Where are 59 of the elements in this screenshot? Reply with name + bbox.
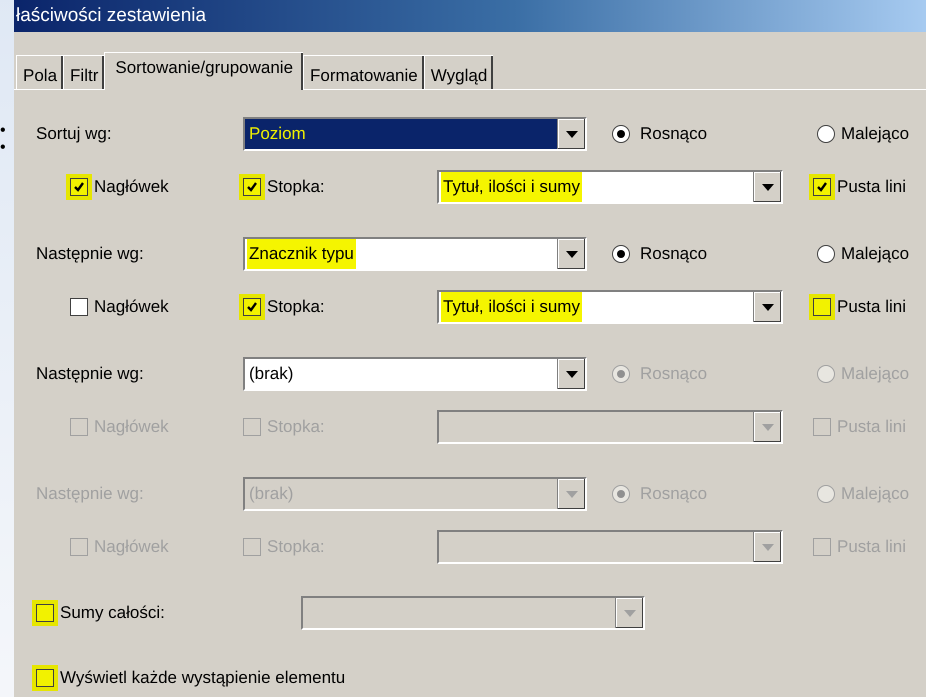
tab[interactable]: Wygląd — [424, 55, 494, 89]
dropdown-value: Tytuł, ilości i sumy — [441, 172, 582, 202]
dropdown-field[interactable]: Znacznik typu — [243, 237, 587, 271]
radio-label: Rosnąco — [640, 123, 708, 146]
checkbox-label: Stopka: — [267, 176, 325, 198]
dropdown-field[interactable]: Poziom — [243, 117, 587, 151]
bullet: • — [0, 139, 7, 156]
check-icon — [73, 181, 85, 193]
checkbox-label: Pusta lini — [837, 176, 906, 198]
dropdown-value: Tytuł, ilości i sumy — [441, 292, 582, 322]
bullet: • — [0, 122, 7, 139]
caret-icon — [762, 424, 774, 430]
checkbox[interactable] — [70, 418, 88, 436]
check-icon — [246, 181, 258, 193]
caret-icon — [762, 304, 774, 310]
dropdown-value: (brak) — [248, 363, 294, 386]
dropdown-field[interactable]: (brak) — [243, 357, 587, 391]
caret-icon — [566, 370, 578, 378]
checkbox-label: Sumy całości: — [60, 602, 165, 624]
tab[interactable]: Formatowanie — [303, 55, 424, 89]
window-title: łaściwości zestawienia — [16, 4, 206, 28]
radio-label: Rosnąco — [640, 243, 708, 266]
radio-button[interactable] — [612, 245, 630, 263]
checkbox-label: Nagłówek — [94, 176, 169, 198]
tab[interactable]: Sortowanie/grupowanie — [104, 52, 304, 90]
dropdown-button[interactable] — [753, 172, 781, 202]
dropdown-button[interactable] — [557, 239, 585, 269]
dropdown-field[interactable]: Tytuł, ilości i sumy — [437, 290, 783, 324]
field-label: Następnie wg: — [36, 243, 145, 266]
checkbox[interactable] — [243, 418, 261, 436]
caret-icon — [566, 250, 578, 258]
checkbox-label: Nagłówek — [94, 296, 169, 318]
dropdown-button[interactable] — [557, 359, 585, 389]
tab[interactable]: Filtr — [63, 55, 104, 89]
field-label: Następnie wg: — [36, 363, 145, 386]
dropdown-button[interactable] — [557, 119, 585, 149]
radio-button[interactable] — [817, 365, 835, 383]
checkbox[interactable] — [813, 418, 831, 436]
check-icon — [246, 301, 258, 313]
caret-icon — [566, 130, 578, 138]
caret-icon — [762, 184, 774, 190]
radio-button[interactable] — [817, 245, 835, 263]
tab[interactable]: Pola — [16, 55, 64, 89]
field-label: Sortuj wg: — [36, 123, 113, 146]
check-icon — [816, 181, 828, 193]
checkbox-label: Stopka: — [267, 296, 325, 318]
dropdown-field[interactable]: Tytuł, ilości i sumy — [437, 170, 783, 204]
caret-icon — [624, 610, 636, 616]
checkbox-label: Wyświetl każde wystąpienie elementu — [60, 667, 346, 690]
dropdown-value: Znacznik typu — [247, 239, 356, 269]
caret-icon — [762, 544, 774, 550]
radio-button[interactable] — [817, 125, 835, 143]
dropdown-button[interactable] — [753, 292, 781, 322]
caret-icon — [566, 490, 578, 498]
radio-label: Malejąco — [841, 243, 910, 266]
radio-button[interactable] — [612, 125, 630, 143]
checkbox-label: Pusta lini — [837, 296, 906, 318]
radio-label: Malejąco — [841, 123, 910, 146]
checkbox[interactable] — [70, 298, 88, 316]
